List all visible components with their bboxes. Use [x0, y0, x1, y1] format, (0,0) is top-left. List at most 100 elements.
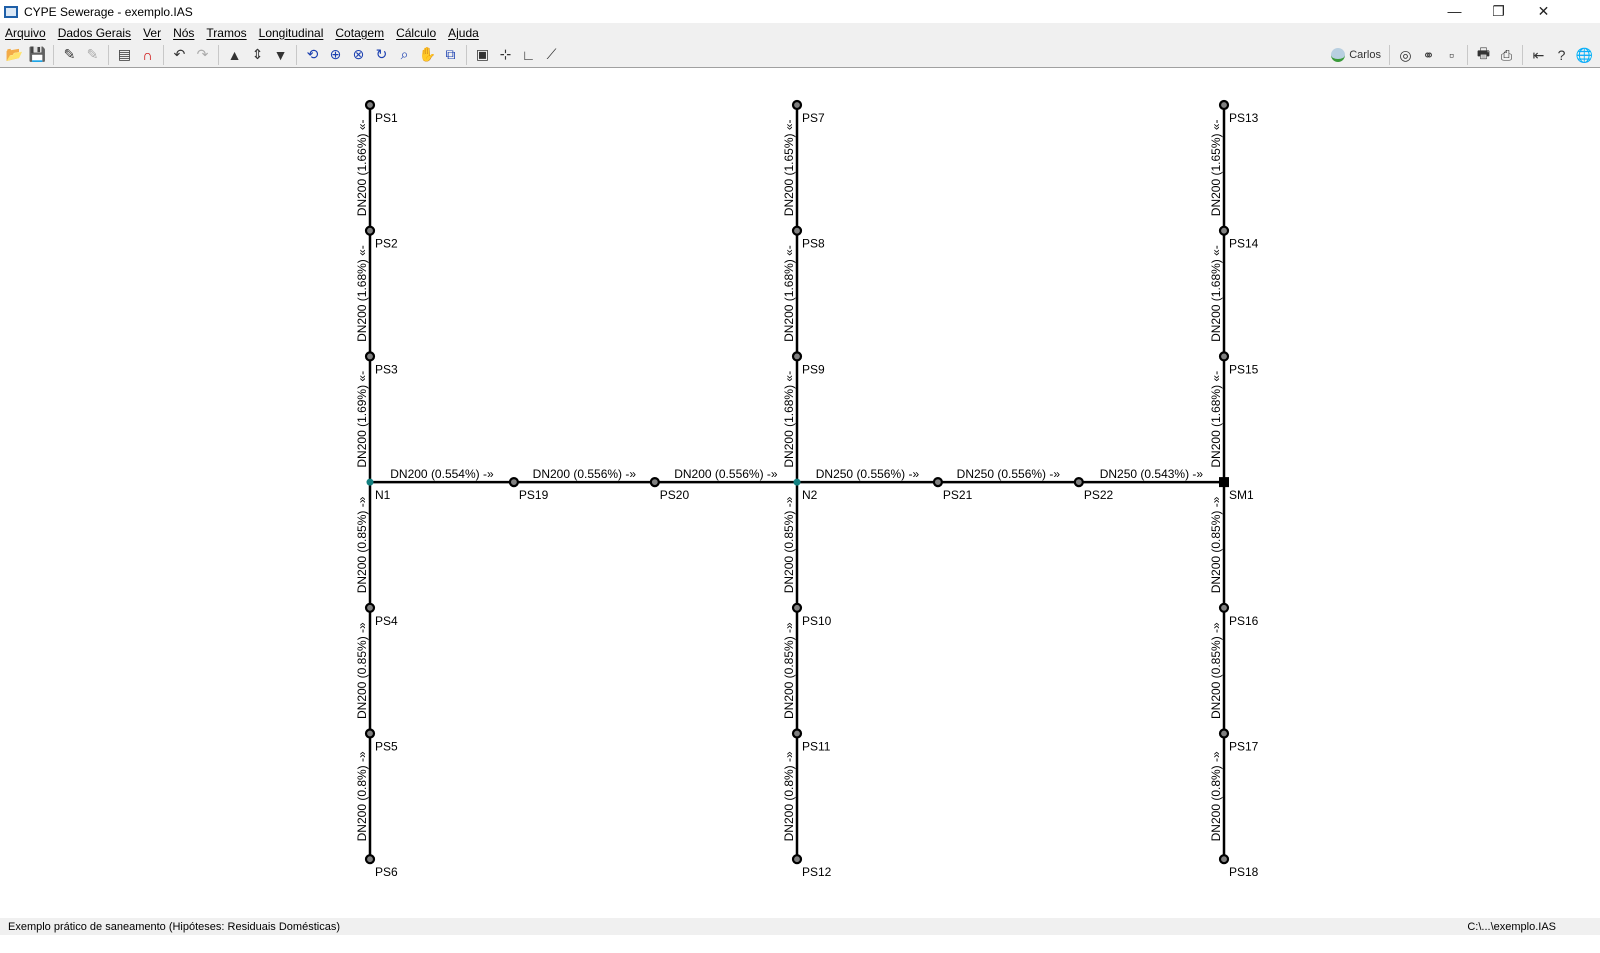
status-description: Exemplo prático de saneamento (Hipóteses…	[8, 920, 340, 933]
pipe-label: DN200 (0.85%) -»	[782, 622, 796, 719]
help-green-icon[interactable]: ◎	[1394, 44, 1417, 66]
node-label: PS7	[802, 111, 825, 125]
manhole-node[interactable]	[1218, 99, 1230, 111]
node-label: PS18	[1229, 865, 1259, 879]
manhole-node[interactable]	[791, 99, 803, 111]
node-label: PS5	[375, 740, 398, 754]
close-button[interactable]: ✕	[1521, 0, 1566, 23]
open-icon[interactable]: 📂	[3, 44, 26, 66]
save-icon[interactable]: 💾	[26, 44, 49, 66]
web-icon[interactable]: 🌐	[1573, 44, 1596, 66]
node-label: PS6	[375, 865, 398, 879]
manhole-node[interactable]	[364, 225, 376, 236]
menu-cotagem[interactable]: Cotagem	[330, 26, 391, 40]
wizard-disabled-icon[interactable]: ✎	[81, 44, 104, 66]
manhole-node[interactable]	[791, 225, 803, 236]
undo-icon[interactable]: ↶	[168, 44, 191, 66]
help-icon[interactable]: ?	[1550, 44, 1573, 66]
outfall-node[interactable]	[1219, 477, 1229, 488]
title-bar: CYPE Sewerage - exemplo.IAS — ❐ ✕	[0, 0, 1600, 23]
menu-ver[interactable]: Ver	[138, 26, 168, 40]
manhole-node[interactable]	[932, 477, 944, 488]
menu-bar: Arquivo Dados Gerais Ver Nós Tramos Longitudi…	[0, 23, 1600, 42]
zoom-all-icon[interactable]: ⊕	[324, 44, 347, 66]
manhole-node[interactable]	[649, 477, 660, 488]
zoom-window-icon[interactable]: ⌕	[393, 44, 416, 66]
pan-hand-icon[interactable]: ✋	[416, 44, 439, 66]
manhole-node[interactable]	[791, 602, 803, 613]
maximize-button[interactable]: ❐	[1476, 0, 1521, 23]
manhole-node[interactable]	[1218, 854, 1230, 865]
measure-icon[interactable]: ⟋	[540, 44, 563, 66]
manhole-node[interactable]	[1073, 477, 1084, 488]
move-up-icon[interactable]: ▲	[223, 44, 246, 66]
pipe-label: DN200 (1.66%) «-	[355, 119, 369, 216]
axes-icon[interactable]: ⊹	[494, 44, 517, 66]
sewer-network[interactable]: DN200 (1.66%) «- DN200 (1.68%) «- DN200 (1…	[0, 69, 1600, 918]
manhole-node[interactable]	[508, 477, 519, 488]
junction-node[interactable]	[793, 478, 801, 486]
node-label: PS8	[802, 237, 825, 251]
pipe-label: DN250 (0.556%) -»	[957, 467, 1061, 481]
node-label: PS2	[375, 237, 398, 251]
dxf-dwg-icon[interactable]: ▤	[113, 44, 136, 66]
menu-dados-gerais[interactable]: Dados Gerais	[53, 26, 138, 40]
node-label: PS1	[375, 111, 398, 125]
menu-ajuda[interactable]: Ajuda	[443, 26, 486, 40]
manhole-node[interactable]	[791, 351, 803, 362]
toolbar: 📂 💾 ✎ ✎ ▤ ∩ ↶ ↷ ▲ ⇕ ▼ ⟲ ⊕ ⊗ ↻ ⌕ ✋ ⧉ ▣ ⊹ ∟ ⟋ Carlos ◎ ⚭ ▫ 🖶 ⎙ ⇤? 🌐	[0, 42, 1600, 68]
minimize-button[interactable]: —	[1432, 0, 1477, 23]
junction-node[interactable]	[366, 478, 374, 486]
pipe-label: DN200 (0.85%) -»	[355, 622, 369, 719]
pipe-label: DN200 (1.68%) «-	[355, 245, 369, 342]
node-label: PS19	[519, 488, 549, 502]
node-label: SM1	[1229, 488, 1254, 502]
print-icon[interactable]: 🖶	[1472, 44, 1495, 66]
manhole-node[interactable]	[364, 728, 376, 739]
menu-cálculo[interactable]: Cálculo	[391, 26, 443, 40]
pipe-label: DN200 (0.8%) -»	[355, 751, 369, 841]
node-label: PS20	[660, 488, 690, 502]
manhole-node[interactable]	[1218, 728, 1230, 739]
node-label: PS17	[1229, 740, 1259, 754]
manhole-node[interactable]	[364, 351, 376, 362]
node-label: PS9	[802, 362, 825, 376]
manhole-node[interactable]	[364, 602, 376, 613]
zoom-previous-icon[interactable]: ⟲	[301, 44, 324, 66]
magnet-icon[interactable]: ∩	[136, 44, 159, 66]
cube-icon[interactable]: ▫	[1440, 44, 1463, 66]
node-label: PS11	[802, 740, 831, 754]
angle-icon[interactable]: ∟	[517, 44, 540, 66]
pipe-label: DN250 (0.543%) -»	[1100, 467, 1204, 481]
toolbar-separator	[218, 44, 219, 65]
redo-icon[interactable]: ↷	[191, 44, 214, 66]
menu-tramos[interactable]: Tramos	[201, 26, 253, 40]
manhole-node[interactable]	[791, 728, 803, 739]
zoom-x2-icon[interactable]: ⊗	[347, 44, 370, 66]
manhole-node[interactable]	[791, 854, 803, 865]
drawing-canvas[interactable]: DN200 (1.66%) «- DN200 (1.68%) «- DN200 (1…	[0, 69, 1600, 918]
move-updown-icon[interactable]: ⇕	[246, 44, 269, 66]
binoculars-icon[interactable]: ▣	[471, 44, 494, 66]
menu-longitudinal[interactable]: Longitudinal	[254, 26, 331, 40]
manhole-node[interactable]	[364, 99, 376, 111]
wizard-icon[interactable]: ✎	[58, 44, 81, 66]
exit-icon[interactable]: ⇤	[1527, 44, 1550, 66]
move-down-icon[interactable]: ▼	[269, 44, 292, 66]
pipe-label: DN200 (1.65%) «-	[1209, 119, 1223, 216]
manhole-node[interactable]	[1218, 602, 1230, 613]
print-preview-icon[interactable]: ⎙	[1495, 44, 1518, 66]
pipe-label: DN200 (1.68%) «-	[782, 371, 796, 468]
manhole-node[interactable]	[1218, 351, 1230, 362]
menu-arquivo[interactable]: Arquivo	[0, 26, 53, 40]
toolbar-separator	[296, 44, 297, 65]
manhole-node[interactable]	[364, 854, 376, 865]
window-icon[interactable]: ⧉	[439, 44, 462, 66]
pipe-label: DN200 (0.554%) -»	[390, 467, 494, 481]
share-icon[interactable]: ⚭	[1417, 44, 1440, 66]
user-button[interactable]: Carlos	[1331, 48, 1381, 62]
app-icon	[4, 5, 18, 18]
manhole-node[interactable]	[1218, 225, 1230, 236]
redraw-icon[interactable]: ↻	[370, 44, 393, 66]
menu-nós[interactable]: Nós	[168, 26, 201, 40]
